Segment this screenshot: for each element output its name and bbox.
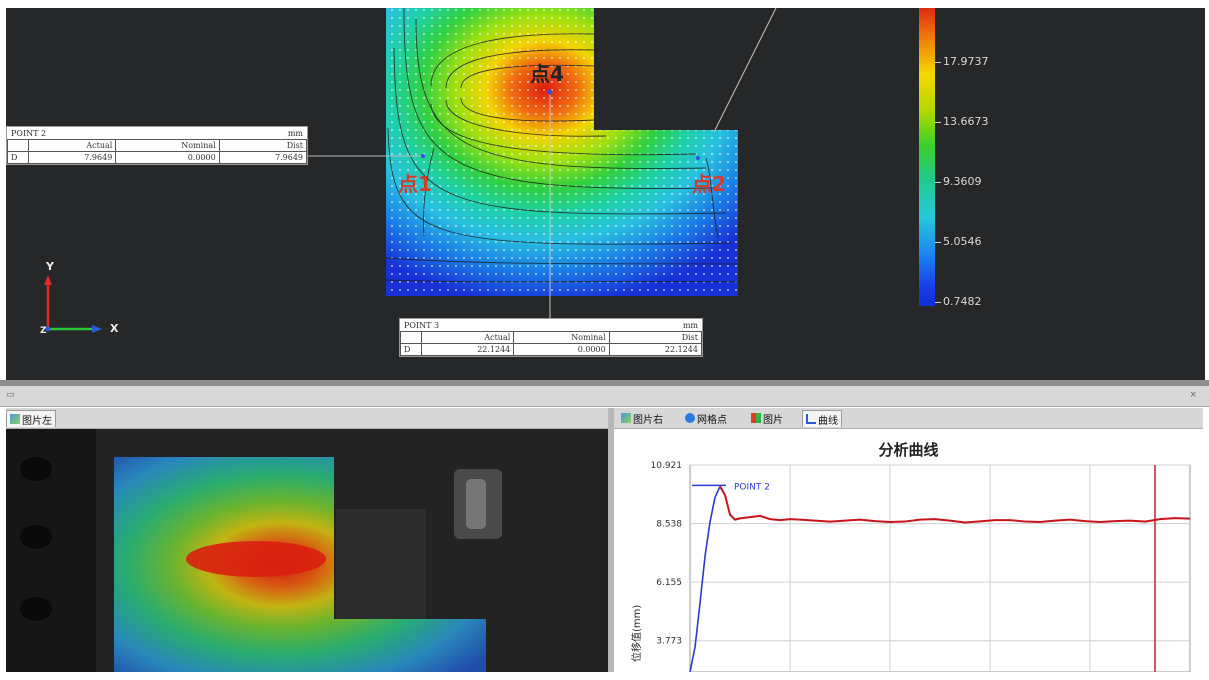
row-label: D — [400, 343, 422, 356]
color-scale-label: 17.9737 — [943, 55, 989, 68]
tab-label: 图片右 — [633, 414, 663, 426]
y-tick-label: 10.921 — [651, 461, 683, 471]
panel-close-icon[interactable]: × — [1189, 390, 1197, 400]
picture-icon — [751, 413, 761, 423]
tab-label: 曲线 — [818, 415, 838, 427]
point-1-label: 点1 — [398, 172, 432, 196]
analysis-chart: 分析曲线 10.921 8.538 6.155 3.773 位移值(mm) POINT 2 — [614, 429, 1203, 672]
image-icon — [621, 413, 631, 423]
curve-icon — [806, 414, 816, 424]
tab-picture[interactable]: 图片 — [748, 410, 786, 426]
header-nominal: Nominal — [513, 331, 610, 344]
axes-triad-icon — [44, 275, 102, 333]
specimen-image-view[interactable] — [6, 429, 608, 672]
header-actual: Actual — [27, 139, 117, 152]
point-2-label: 点2 — [692, 172, 726, 196]
tab-image-left[interactable]: 图片左 — [6, 410, 56, 427]
color-scale-label: 9.3609 — [943, 175, 982, 188]
axis-x-label: X — [110, 322, 119, 335]
color-scale-label: 13.6673 — [943, 115, 989, 128]
value-nominal: 0.0000 — [115, 151, 220, 164]
point-4-label: 点4 — [530, 62, 564, 86]
right-tab-strip: 图片右 网格点 图片 曲线 — [614, 408, 1203, 429]
y-tick-label: 3.773 — [656, 637, 682, 647]
value-nominal: 0.0000 — [513, 343, 610, 356]
left-image-panel: 图片左 — [6, 408, 608, 672]
value-dist: 7.9649 — [218, 151, 308, 164]
value-dist: 22.1244 — [608, 343, 703, 356]
info-table: Actual Nominal Dist D 22.1244 0.0000 22.… — [400, 331, 703, 356]
header-dist: Dist — [218, 139, 308, 152]
header-nominal: Nominal — [115, 139, 220, 152]
curve-plot: 10.921 8.538 6.155 3.773 位移值(mm) POINT 2 — [630, 461, 1191, 672]
info-box-title: POINT 3 — [404, 321, 440, 330]
tab-grid-points[interactable]: 网格点 — [682, 410, 730, 426]
tab-curve[interactable]: 曲线 — [802, 410, 842, 427]
info-box-title: POINT 2 — [11, 129, 47, 138]
series-line-rise — [689, 486, 721, 672]
right-curve-panel: 图片右 网格点 图片 曲线 分析曲线 10.921 8.538 6.155 3.773… — [614, 408, 1203, 672]
tab-label: 网格点 — [697, 414, 727, 426]
tab-label: 图片 — [763, 414, 783, 426]
y-axis-label: 位移值(mm) — [630, 605, 643, 662]
info-box-unit: mm — [287, 129, 303, 138]
legend-label: POINT 2 — [734, 482, 770, 492]
value-actual: 7.9649 — [27, 151, 117, 164]
color-scale-label: 5.0546 — [943, 235, 982, 248]
info-table: Actual Nominal Dist D 7.9649 0.0000 7.96… — [7, 139, 308, 164]
grid-point-icon — [685, 413, 695, 423]
y-tick-label: 8.538 — [656, 520, 682, 530]
left-tab-strip: 图片左 — [6, 408, 608, 429]
point-2-info-box[interactable]: POINT 2 mm Actual Nominal Dist D 7.9649 … — [6, 126, 308, 165]
y-tick-label: 6.155 — [656, 578, 682, 588]
info-box-unit: mm — [682, 321, 698, 330]
contour-viewport[interactable]: 点1 点2 点4 POINT 2 mm Actual Nominal Dist … — [6, 8, 1205, 380]
tab-label: 图片左 — [22, 415, 52, 427]
specimen-overlay-image — [6, 429, 608, 672]
color-scale-bar — [919, 8, 935, 306]
image-icon — [10, 414, 20, 424]
value-actual: 22.1244 — [420, 343, 515, 356]
header-actual: Actual — [420, 331, 515, 344]
panel-header-bar: ▭ × — [0, 386, 1209, 407]
axis-y-label: Y — [46, 260, 54, 273]
tab-image-right[interactable]: 图片右 — [618, 410, 666, 426]
header-dist: Dist — [608, 331, 703, 344]
axis-z-label: Z — [40, 326, 47, 336]
color-scale-label: 0.7482 — [943, 295, 982, 308]
panel-grip-icon: ▭ — [6, 390, 15, 400]
point-3-info-box[interactable]: POINT 3 mm Actual Nominal Dist D 22.1244… — [399, 318, 703, 357]
row-label: D — [7, 151, 29, 164]
